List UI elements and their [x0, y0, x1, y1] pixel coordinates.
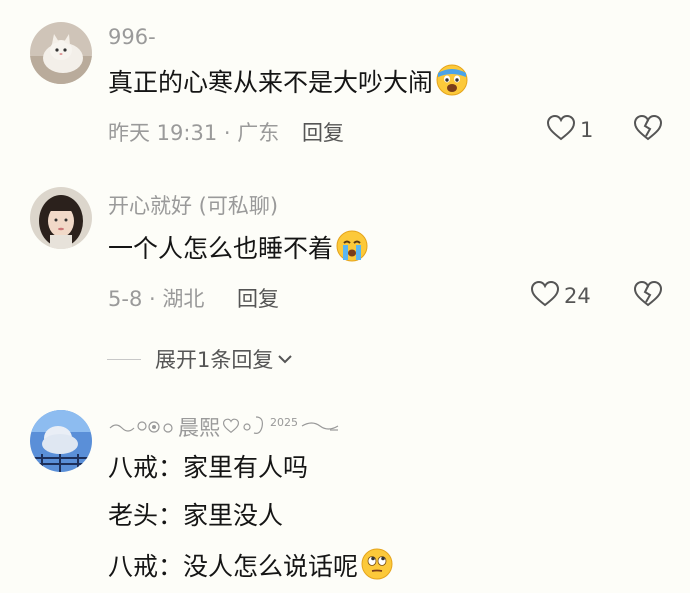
- comment-text-content: 一个人怎么也睡不着: [108, 234, 334, 263]
- comment-text: 真正的心寒从来不是大吵大闹: [108, 63, 469, 105]
- decorative-ornament-icon: [108, 416, 178, 438]
- comment-line-3: 八戒：没人怎么说话呢: [108, 547, 394, 589]
- heart-icon: [546, 114, 576, 146]
- avatar[interactable]: [30, 22, 92, 84]
- rolling-eyes-face-icon: [360, 547, 394, 589]
- heart-outline-icon: [222, 415, 240, 439]
- dislike-button[interactable]: [633, 280, 663, 312]
- username-text: 晨熙: [178, 416, 220, 440]
- crying-face-icon: [335, 229, 369, 271]
- like-count: 24: [564, 284, 591, 308]
- expand-replies-label: 展开1条回复: [155, 348, 274, 372]
- username[interactable]: 晨熙 2025: [108, 412, 340, 442]
- decorative-swirl-icon: [242, 413, 270, 442]
- chevron-down-icon: [277, 350, 293, 369]
- comment-meta: 5-8 · 湖北: [108, 287, 205, 311]
- comment-line-1: 八戒：家里有人吗: [108, 453, 309, 482]
- comment-text-content: 真正的心寒从来不是大吵大闹: [108, 68, 434, 97]
- username[interactable]: 开心就好 (可私聊): [108, 190, 278, 220]
- divider-line: [107, 358, 141, 360]
- comment-meta: 昨天 19:31 · 广东: [108, 121, 280, 145]
- avatar[interactable]: [30, 410, 92, 472]
- heart-icon: [530, 280, 560, 312]
- like-count: 1: [580, 118, 594, 142]
- reply-button[interactable]: 回复: [302, 117, 344, 147]
- broken-heart-icon: [633, 280, 663, 312]
- username[interactable]: 996-: [108, 25, 156, 49]
- like-button[interactable]: 1: [546, 114, 593, 146]
- decorative-tail-icon: [300, 415, 340, 439]
- expand-replies-button[interactable]: 展开1条回复: [107, 344, 293, 374]
- dislike-button[interactable]: [633, 114, 663, 146]
- avatar[interactable]: [30, 187, 92, 249]
- comment-line-3-content: 八戒：没人怎么说话呢: [108, 552, 359, 581]
- comment-line-2: 老头：家里没人: [108, 501, 284, 530]
- like-button[interactable]: 24: [530, 280, 591, 312]
- worried-face-icon: [435, 63, 469, 105]
- broken-heart-icon: [633, 114, 663, 146]
- comment-text: 一个人怎么也睡不着: [108, 229, 369, 271]
- reply-button[interactable]: 回复: [237, 283, 279, 313]
- username-year: 2025: [270, 415, 298, 429]
